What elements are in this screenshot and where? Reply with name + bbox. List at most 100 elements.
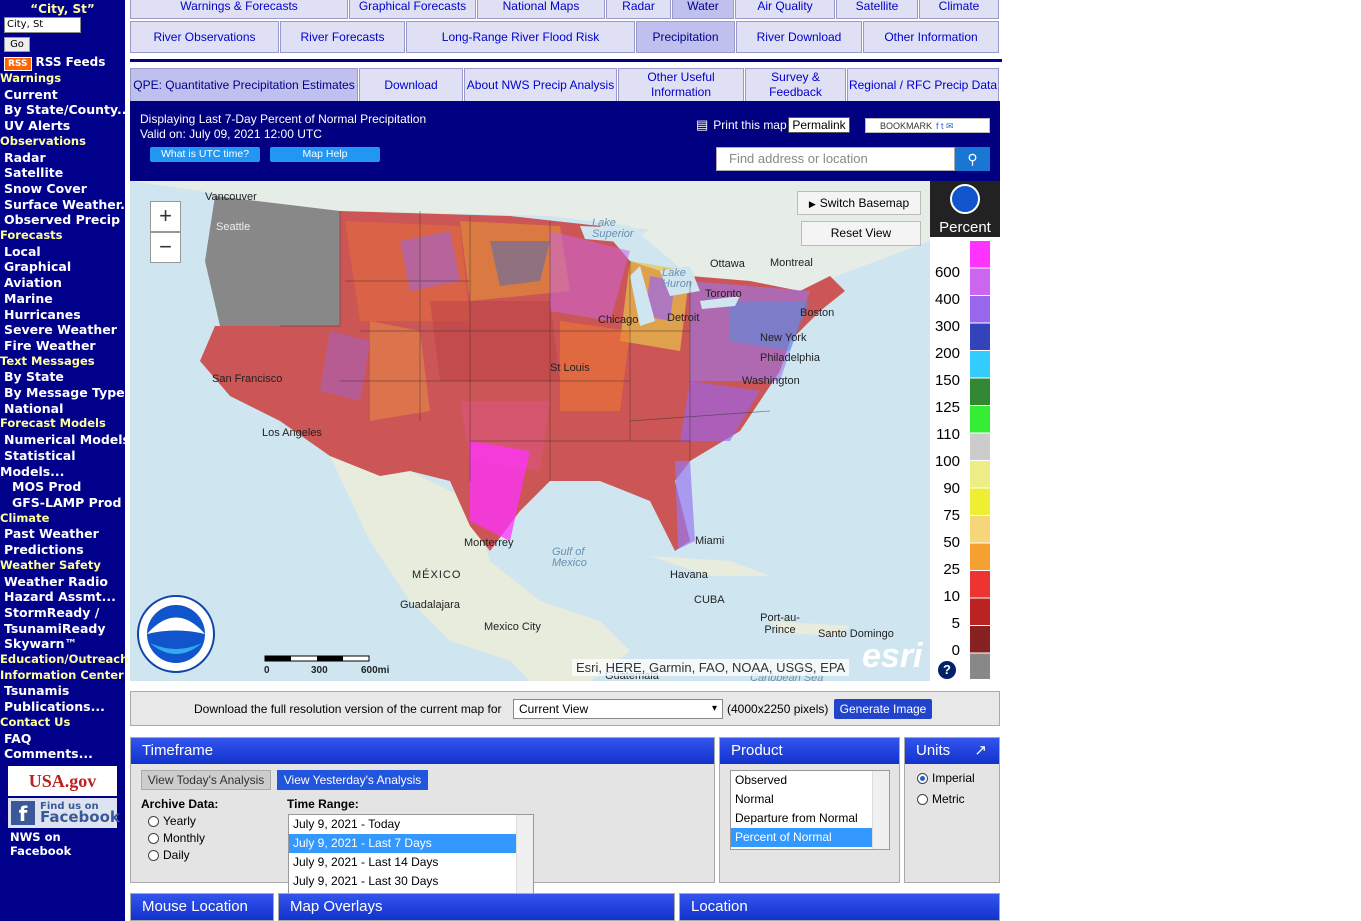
tab-radar[interactable]: Radar: [606, 0, 671, 19]
sidebar-link[interactable]: Surface Weather...: [0, 197, 134, 213]
time-range-option[interactable]: July 9, 2021 - Last 30 Days: [289, 872, 516, 891]
tab-graphical-forecasts[interactable]: Graphical Forecasts: [349, 0, 476, 19]
location-search-input[interactable]: Find address or location: [716, 147, 955, 171]
archive-daily-radio[interactable]: Daily: [148, 848, 190, 862]
units-metric-radio[interactable]: Metric: [917, 792, 965, 806]
generate-image-button[interactable]: Generate Image: [834, 699, 932, 719]
zoom-out-button[interactable]: −: [150, 232, 181, 263]
sidebar-link[interactable]: StormReady /: [0, 605, 125, 621]
sidebar-link[interactable]: By State: [0, 369, 125, 385]
sidebar-link[interactable]: Snow Cover: [0, 181, 125, 197]
precip-map[interactable]: Vancouver Seattle Lake Superior Ottawa M…: [130, 181, 930, 681]
switch-basemap-button[interactable]: ▶ Switch Basemap: [797, 191, 921, 215]
sidebar-link[interactable]: Local: [0, 244, 125, 260]
sidebar-link[interactable]: Marine: [0, 291, 125, 307]
sidebar-link[interactable]: Comments...: [0, 746, 125, 762]
sidebar-link[interactable]: Hurricanes: [0, 307, 125, 323]
tab-about-nws-precip[interactable]: About NWS Precip Analysis: [464, 68, 617, 102]
sidebar-link[interactable]: By Message Type: [0, 385, 125, 401]
reset-view-button[interactable]: Reset View: [801, 221, 921, 246]
sidebar-link[interactable]: Numerical Models: [0, 432, 130, 448]
tab-download[interactable]: Download: [359, 68, 463, 102]
sidebar-link[interactable]: Models...: [0, 464, 125, 480]
location-input[interactable]: City, St: [4, 17, 81, 33]
sidebar-link[interactable]: Observed Precip: [0, 212, 125, 228]
archive-monthly-radio[interactable]: Monthly: [148, 831, 205, 845]
search-icon[interactable]: ⚲: [955, 147, 990, 171]
sidebar-link[interactable]: Current: [0, 87, 125, 103]
sidebar-link[interactable]: Past Weather: [0, 526, 125, 542]
sidebar-link[interactable]: By State/County...: [0, 102, 131, 118]
sidebar-link[interactable]: Hazard Assmt...: [0, 589, 125, 605]
legend-label: 125: [934, 399, 960, 416]
product-scrollbar[interactable]: [872, 771, 889, 849]
time-range-scrollbar[interactable]: [516, 815, 533, 893]
map-attribution[interactable]: Esri, HERE, Garmin, FAO, NOAA, USGS, EPA: [572, 659, 850, 676]
facebook-link[interactable]: f Find us on Facebook: [8, 798, 120, 828]
usa-gov-logo[interactable]: USA.gov: [8, 766, 117, 796]
tab-other-useful-info[interactable]: Other Useful Information: [618, 68, 744, 102]
sidebar-link[interactable]: Predictions: [0, 542, 125, 558]
time-range-option-selected[interactable]: July 9, 2021 - Last 7 Days: [289, 834, 516, 853]
sidebar-link[interactable]: Graphical: [0, 259, 125, 275]
product-option[interactable]: Departure from Normal: [731, 809, 872, 828]
sidebar-link[interactable]: Radar: [0, 150, 125, 166]
utc-time-button[interactable]: What is UTC time?: [150, 147, 260, 162]
tab-long-range-flood-risk[interactable]: Long-Range River Flood Risk: [406, 21, 635, 53]
time-range-option[interactable]: July 9, 2021 - Today: [289, 815, 516, 834]
sidebar-link[interactable]: TsunamiReady: [0, 621, 125, 637]
tab-climate[interactable]: Climate: [919, 0, 999, 19]
bookmark-button[interactable]: BOOKMARK f t ✉: [865, 118, 990, 133]
time-range-option[interactable]: July 9, 2021 - Last 14 Days: [289, 853, 516, 872]
sidebar-link[interactable]: Fire Weather: [0, 338, 125, 354]
nws-facebook-link[interactable]: NWS on Facebook: [10, 830, 125, 858]
tab-other-information[interactable]: Other Information: [863, 21, 999, 53]
tab-national-maps[interactable]: National Maps: [477, 0, 605, 19]
zoom-in-button[interactable]: +: [150, 201, 181, 232]
sidebar-link[interactable]: Weather Radio: [0, 574, 125, 590]
units-imperial-radio[interactable]: Imperial: [917, 771, 975, 785]
sidebar-link[interactable]: Statistical: [0, 448, 125, 464]
tab-satellite[interactable]: Satellite: [836, 0, 918, 19]
sidebar-link[interactable]: Satellite: [0, 165, 125, 181]
view-today-button[interactable]: View Today's Analysis: [141, 770, 271, 790]
view-yesterday-button[interactable]: View Yesterday's Analysis: [277, 770, 428, 790]
tab-river-forecasts[interactable]: River Forecasts: [280, 21, 405, 53]
product-option[interactable]: Normal: [731, 790, 872, 809]
tab-river-download[interactable]: River Download: [736, 21, 862, 53]
legend-label: 75: [943, 507, 960, 524]
tab-water[interactable]: Water: [672, 0, 734, 19]
sidebar-link[interactable]: Skywarn™: [0, 636, 125, 652]
print-map-link[interactable]: ▤ Print this map: [696, 117, 787, 133]
go-button[interactable]: Go: [4, 37, 30, 52]
tab-survey-feedback[interactable]: Survey & Feedback: [745, 68, 846, 102]
product-list[interactable]: Observed Normal Departure from Normal Pe…: [730, 770, 890, 850]
sidebar-link[interactable]: UV Alerts: [0, 118, 125, 134]
sidebar-link[interactable]: GFS-LAMP Prod: [0, 495, 125, 511]
permalink-button[interactable]: Permalink: [788, 117, 850, 133]
expand-icon[interactable]: ↗: [974, 738, 987, 764]
product-option-selected[interactable]: Percent of Normal: [731, 828, 872, 847]
rss-feeds-link[interactable]: RSS RSS Feeds: [4, 55, 105, 71]
tab-river-observations[interactable]: River Observations: [130, 21, 279, 53]
tab-air-quality[interactable]: Air Quality: [735, 0, 835, 19]
tab-regional-rfc[interactable]: Regional / RFC Precip Data: [847, 68, 999, 102]
sidebar-link[interactable]: Severe Weather: [0, 322, 125, 338]
sidebar-link[interactable]: National: [0, 401, 125, 417]
tab-qpe[interactable]: QPE: Quantitative Precipitation Estimate…: [130, 68, 358, 102]
map-help-button[interactable]: Map Help: [270, 147, 380, 162]
view-select[interactable]: Current View ▾: [513, 699, 723, 719]
sidebar-link[interactable]: FAQ: [0, 731, 125, 747]
product-option[interactable]: Observed: [731, 771, 872, 790]
sidebar-link[interactable]: Aviation: [0, 275, 125, 291]
tab-precipitation[interactable]: Precipitation: [636, 21, 735, 53]
help-icon[interactable]: ?: [938, 661, 956, 679]
sidebar-link[interactable]: Publications...: [0, 699, 125, 715]
archive-yearly-radio[interactable]: Yearly: [148, 814, 196, 828]
sidebar-link[interactable]: Tsunamis: [0, 683, 125, 699]
map-canvas[interactable]: [130, 181, 930, 681]
time-range-list[interactable]: July 9, 2021 - Today July 9, 2021 - Last…: [288, 814, 534, 894]
sidebar-link[interactable]: MOS Prod: [0, 479, 125, 495]
units-metric-label: Metric: [932, 792, 965, 806]
tab-warnings-forecasts[interactable]: Warnings & Forecasts: [130, 0, 348, 19]
